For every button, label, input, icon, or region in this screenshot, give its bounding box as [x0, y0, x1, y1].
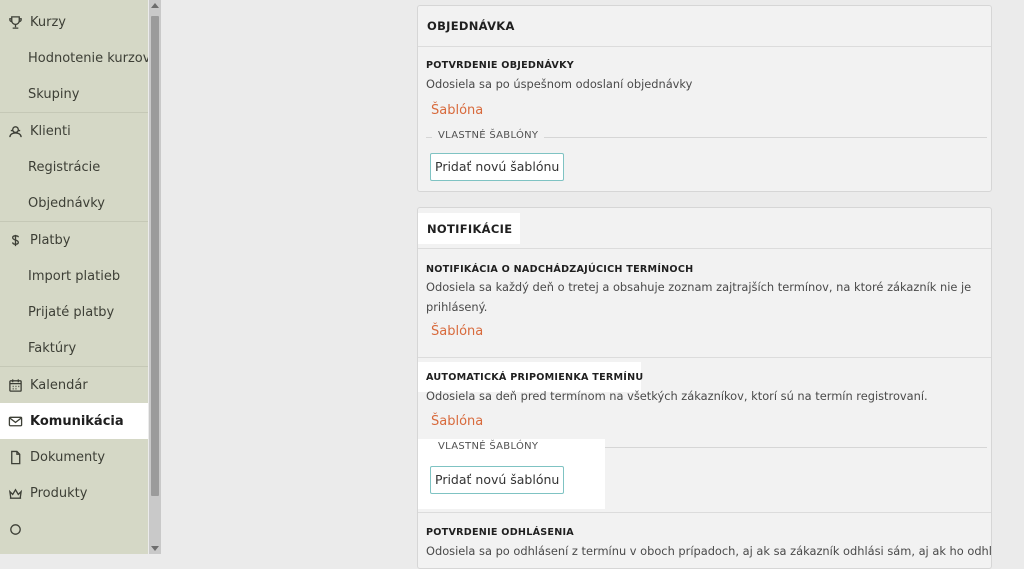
scroll-down-arrow-icon[interactable]	[151, 546, 159, 551]
section-description-line1: Odosiela sa každý deň o tretej a obsahuj…	[426, 280, 972, 294]
section-title: NOTIFIKÁCIA O NADCHÁDZAJÚCICH TERMÍNOCH	[426, 264, 694, 275]
section-title: POTVRDENIE OBJEDNÁVKY	[426, 60, 574, 71]
section-description-line2: prihlásený.	[426, 300, 488, 314]
sidebar-item-documents[interactable]: Dokumenty	[0, 439, 148, 475]
sidebar-item-calendar[interactable]: Kalendár	[0, 367, 148, 403]
sidebar: Kurzy Hodnotenie kurzov Skupiny Klienti …	[0, 0, 148, 554]
sidebar-item-products[interactable]: Produkty	[0, 475, 148, 511]
sidebar-item-orders[interactable]: Objednávky	[0, 185, 148, 221]
sidebar-item-label: Import platieb	[28, 268, 121, 284]
trophy-icon	[7, 14, 23, 30]
template-link[interactable]: Šablóna	[431, 103, 483, 118]
sidebar-item-label: Produkty	[30, 485, 88, 501]
order-confirmation-section: POTVRDENIE OBJEDNÁVKY Odosiela sa po úsp…	[418, 47, 991, 191]
scrollbar-thumb[interactable]	[151, 16, 159, 496]
custom-templates-label: VLASTNÉ ŠABLÓNY	[432, 130, 545, 141]
order-card-title: OBJEDNÁVKA	[418, 6, 991, 47]
sidebar-item-registrations[interactable]: Registrácie	[0, 149, 148, 185]
sidebar-group-other: Kalendár Komunikácia Dokumenty Produkty	[0, 367, 148, 547]
sidebar-item-label: Faktúry	[28, 340, 77, 356]
sidebar-item-courses[interactable]: Kurzy	[0, 4, 148, 40]
partial-icon	[7, 521, 23, 537]
order-card: OBJEDNÁVKA POTVRDENIE OBJEDNÁVKY Odosiel…	[417, 5, 992, 192]
custom-templates-label: VLASTNÉ ŠABLÓNY	[438, 441, 539, 452]
sidebar-item-label: Platby	[30, 232, 71, 248]
sidebar-item-label: Registrácie	[28, 159, 101, 175]
mail-icon	[7, 413, 23, 429]
sidebar-item-received-payments[interactable]: Prijaté platby	[0, 294, 148, 330]
section-description: Odosiela sa po odhlásení z termínu v obo…	[426, 544, 992, 558]
upcoming-notification-section: NOTIFIKÁCIA O NADCHÁDZAJÚCICH TERMÍNOCH …	[418, 249, 991, 358]
money-icon	[7, 232, 23, 248]
reminder-section: AUTOMATICKÁ PRIPOMIENKA TERMÍNU Odosiela…	[418, 358, 991, 513]
sidebar-item-label: Objednávky	[28, 195, 106, 211]
section-description: Odosiela sa deň pred termínom na všetkýc…	[426, 389, 928, 403]
sidebar-group-clients: Klienti Registrácie Objednávky	[0, 113, 148, 222]
sidebar-scrollbar[interactable]	[149, 0, 161, 554]
sidebar-item-label: Skupiny	[28, 86, 80, 102]
add-template-button[interactable]: Pridať novú šablónu	[430, 466, 565, 494]
section-title: AUTOMATICKÁ PRIPOMIENKA TERMÍNU	[426, 372, 644, 383]
notifications-title: NOTIFIKÁCIE	[418, 212, 521, 244]
sidebar-item-groups[interactable]: Skupiny	[0, 76, 148, 112]
sidebar-item-communication[interactable]: Komunikácia	[0, 403, 148, 439]
scroll-up-arrow-icon[interactable]	[151, 3, 159, 8]
sidebar-item-label: Prijaté platby	[28, 304, 115, 320]
sidebar-item-course-ratings[interactable]: Hodnotenie kurzov	[0, 40, 148, 76]
notifications-card-title: NOTIFIKÁCIE	[418, 208, 991, 249]
sidebar-item-invoices[interactable]: Faktúry	[0, 330, 148, 366]
sidebar-item-next[interactable]	[0, 511, 148, 547]
template-link[interactable]: Šablóna	[431, 324, 483, 339]
sidebar-group-courses: Kurzy Hodnotenie kurzov Skupiny	[0, 4, 148, 113]
sidebar-item-label: Hodnotenie kurzov	[28, 50, 148, 66]
products-icon	[7, 485, 23, 501]
sidebar-item-payment-import[interactable]: Import platieb	[0, 258, 148, 294]
logout-confirmation-section: POTVRDENIE ODHLÁSENIA Odosiela sa po odh…	[418, 513, 992, 568]
sidebar-item-label: Kalendár	[30, 377, 88, 393]
sidebar-item-label: Komunikácia	[30, 413, 124, 429]
template-link[interactable]: Šablóna	[431, 414, 483, 429]
sidebar-item-label: Klienti	[30, 123, 71, 139]
notifications-card: NOTIFIKÁCIE NOTIFIKÁCIA O NADCHÁDZAJÚCIC…	[417, 207, 992, 569]
add-template-button[interactable]: Pridať novú šablónu	[430, 153, 565, 181]
sidebar-item-label: Kurzy	[30, 14, 66, 30]
users-icon	[7, 123, 23, 139]
document-icon	[7, 449, 23, 465]
sidebar-item-label: Dokumenty	[30, 449, 106, 465]
section-description: Odosiela sa po úspešnom odoslaní objedná…	[426, 77, 693, 91]
section-title: POTVRDENIE ODHLÁSENIA	[426, 527, 574, 538]
sidebar-group-payments: Platby Import platieb Prijaté platby Fak…	[0, 222, 148, 367]
sidebar-item-clients[interactable]: Klienti	[0, 113, 148, 149]
calendar-icon	[7, 377, 23, 393]
sidebar-item-payments[interactable]: Platby	[0, 222, 148, 258]
